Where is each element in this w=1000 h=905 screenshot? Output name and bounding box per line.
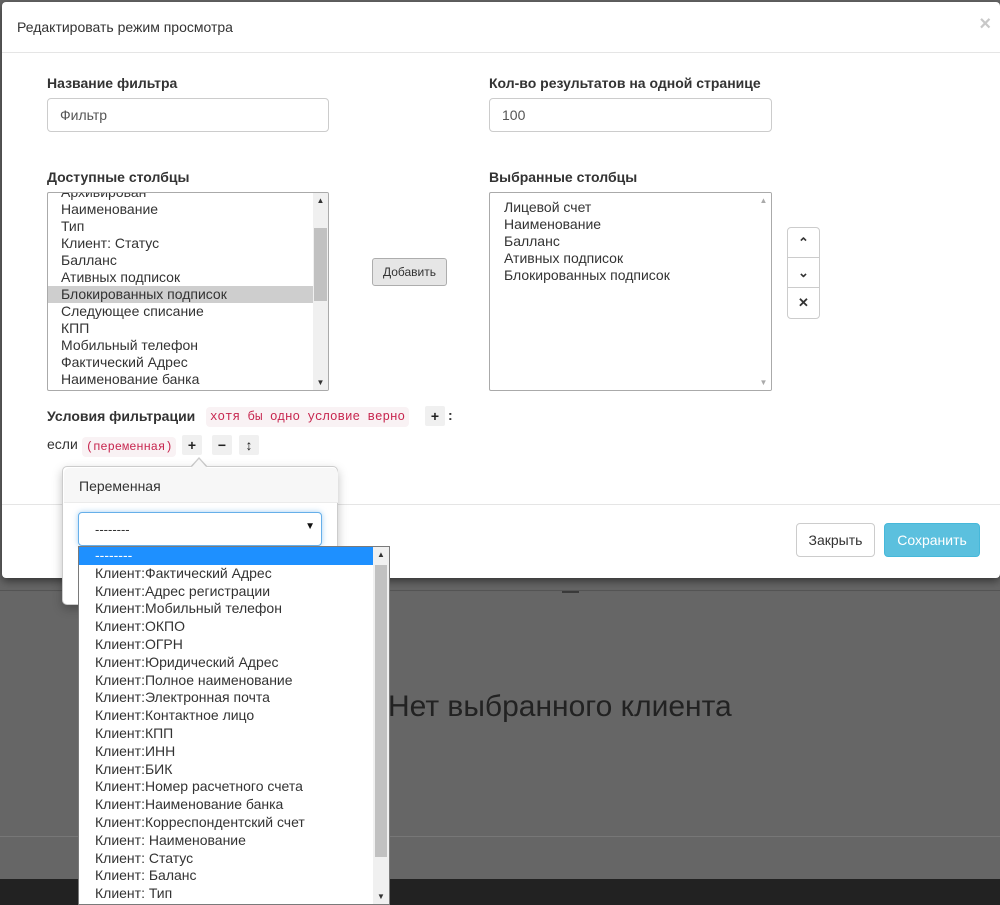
scrollbar-thumb[interactable] xyxy=(375,565,387,857)
variable-option[interactable]: Клиент:КПП xyxy=(79,725,375,743)
scrollbar[interactable]: ▲ ▼ xyxy=(756,193,771,390)
move-down-button[interactable]: ⌄ xyxy=(788,258,819,288)
popover-header: Переменная xyxy=(64,468,338,503)
popover-arrow xyxy=(191,459,207,468)
conditions-colon: : xyxy=(448,407,453,423)
variable-option[interactable]: Клиент:ОГРН xyxy=(79,636,375,654)
empty-client-message: Нет выбранного клиента xyxy=(388,690,732,723)
variable-option[interactable]: Клиент: Тип xyxy=(79,885,375,903)
available-column-option[interactable]: Архивирован xyxy=(48,193,314,201)
available-column-option[interactable]: Ативных подписок xyxy=(48,269,314,286)
available-column-option[interactable]: Следующее списание xyxy=(48,303,314,320)
selected-column-option[interactable]: Лицевой счет xyxy=(491,199,757,216)
variable-option[interactable]: Клиент:БИК xyxy=(79,761,375,779)
collapse-handle[interactable] xyxy=(562,591,579,593)
save-button[interactable]: Сохранить xyxy=(884,523,980,557)
close-button[interactable]: Закрыть xyxy=(796,523,875,557)
selected-column-option[interactable]: Балланс xyxy=(491,233,757,250)
variable-option[interactable]: Клиент: Баланс xyxy=(79,867,375,885)
available-columns-list[interactable]: Архивирован Наименование Тип Клиент: Статус… xyxy=(47,192,329,391)
selected-columns-label: Выбранные столбцы xyxy=(489,169,638,185)
available-columns-label: Доступные столбцы xyxy=(47,169,190,185)
available-column-option[interactable]: Клиент: Статус xyxy=(48,235,314,252)
move-up-button[interactable]: ⌃ xyxy=(788,228,819,258)
variable-option[interactable]: Клиент:ИНН xyxy=(79,743,375,761)
scroll-up-icon[interactable]: ▲ xyxy=(756,193,771,208)
variable-option[interactable]: Клиент:Контактное лицо xyxy=(79,707,375,725)
filter-name-input[interactable] xyxy=(47,98,329,132)
available-column-option[interactable]: КПП xyxy=(48,320,314,337)
if-label: если xyxy=(47,436,78,452)
variable-option[interactable]: Клиент: Статус xyxy=(79,850,375,868)
variable-option[interactable]: Клиент:Адрес регистрации xyxy=(79,583,375,601)
variable-option[interactable]: Клиент:ОКПО xyxy=(79,618,375,636)
scroll-down-icon[interactable]: ▼ xyxy=(313,375,328,390)
scrollbar[interactable]: ▲ ▼ xyxy=(313,193,328,390)
available-column-option[interactable]: Фактический Адрес xyxy=(48,354,314,371)
scroll-down-icon[interactable]: ▼ xyxy=(373,889,389,904)
variable-option[interactable]: Клиент:Электронная почта xyxy=(79,689,375,707)
add-column-button[interactable]: Добавить xyxy=(372,258,447,286)
chevron-up-icon: ⌃ xyxy=(798,235,809,250)
selected-column-option[interactable]: Ативных подписок xyxy=(491,250,757,267)
close-icon[interactable]: × xyxy=(979,14,991,34)
variable-tag[interactable]: (переменная) xyxy=(82,437,177,457)
conditions-mode-toggle[interactable]: хотя бы одно условие верно xyxy=(206,407,410,427)
variable-option[interactable]: Клиент:Корреспондентский счет xyxy=(79,814,375,832)
scroll-up-icon[interactable]: ▲ xyxy=(373,547,389,562)
variable-option[interactable]: Клиент:Полное наименование xyxy=(79,672,375,690)
available-column-option[interactable]: Блокированных подписок xyxy=(48,286,314,303)
available-column-option[interactable]: Наименование банка xyxy=(48,371,314,388)
available-column-option[interactable]: Тип xyxy=(48,218,314,235)
variable-option[interactable]: Клиент: Наименование xyxy=(79,832,375,850)
variable-option[interactable]: Клиент:Фактический Адрес xyxy=(79,565,375,583)
swap-condition-button[interactable]: ↕ xyxy=(239,435,259,455)
filter-name-label: Название фильтра xyxy=(47,75,178,91)
page-size-input[interactable] xyxy=(489,98,772,132)
variable-option[interactable]: Клиент:Мобильный телефон xyxy=(79,600,375,618)
variable-dropdown-list[interactable]: -------- Клиент:Фактический Адрес Клиент:А… xyxy=(78,546,390,905)
selected-column-option[interactable]: Блокированных подписок xyxy=(491,267,757,284)
scroll-up-icon[interactable]: ▲ xyxy=(313,193,328,208)
variable-option[interactable]: Клиент:Наименование банка xyxy=(79,796,375,814)
add-condition-button[interactable]: + xyxy=(182,435,202,455)
select-value: -------- xyxy=(95,522,130,537)
page-size-label: Кол-во результатов на одной странице xyxy=(489,75,761,91)
column-order-buttons: ⌃ ⌄ ✕ xyxy=(787,227,820,319)
available-column-option[interactable]: ОКПО xyxy=(48,388,314,390)
variable-option[interactable]: -------- xyxy=(79,547,375,565)
selected-columns-list[interactable]: Лицевой счет Наименование Балланс Ативных п… xyxy=(489,192,772,391)
add-condition-group-button[interactable]: + xyxy=(425,406,445,426)
modal-title: Редактировать режим просмотра xyxy=(17,19,233,35)
selected-column-option[interactable]: Наименование xyxy=(491,216,757,233)
scroll-down-icon[interactable]: ▼ xyxy=(756,375,771,390)
remove-icon: ✕ xyxy=(798,295,809,310)
variable-option[interactable]: Клиент:Номер расчетного счета xyxy=(79,778,375,796)
variable-select[interactable]: -------- ▼ xyxy=(78,512,322,546)
remove-column-button[interactable]: ✕ xyxy=(788,288,819,318)
popover-title: Переменная xyxy=(79,478,161,494)
chevron-down-icon: ⌄ xyxy=(798,265,809,280)
available-column-option[interactable]: Мобильный телефон xyxy=(48,337,314,354)
scrollbar-thumb[interactable] xyxy=(314,228,327,301)
available-column-option[interactable]: Наименование xyxy=(48,201,314,218)
chevron-down-icon: ▼ xyxy=(305,521,315,532)
available-column-option[interactable]: Балланс xyxy=(48,252,314,269)
remove-condition-button[interactable]: − xyxy=(212,435,232,455)
modal-header: Редактировать режим просмотра × xyxy=(2,2,1000,53)
scrollbar[interactable]: ▲ ▼ xyxy=(373,547,389,904)
variable-option[interactable]: Клиент:Юридический Адрес xyxy=(79,654,375,672)
conditions-label: Условия фильтрации xyxy=(47,408,196,424)
